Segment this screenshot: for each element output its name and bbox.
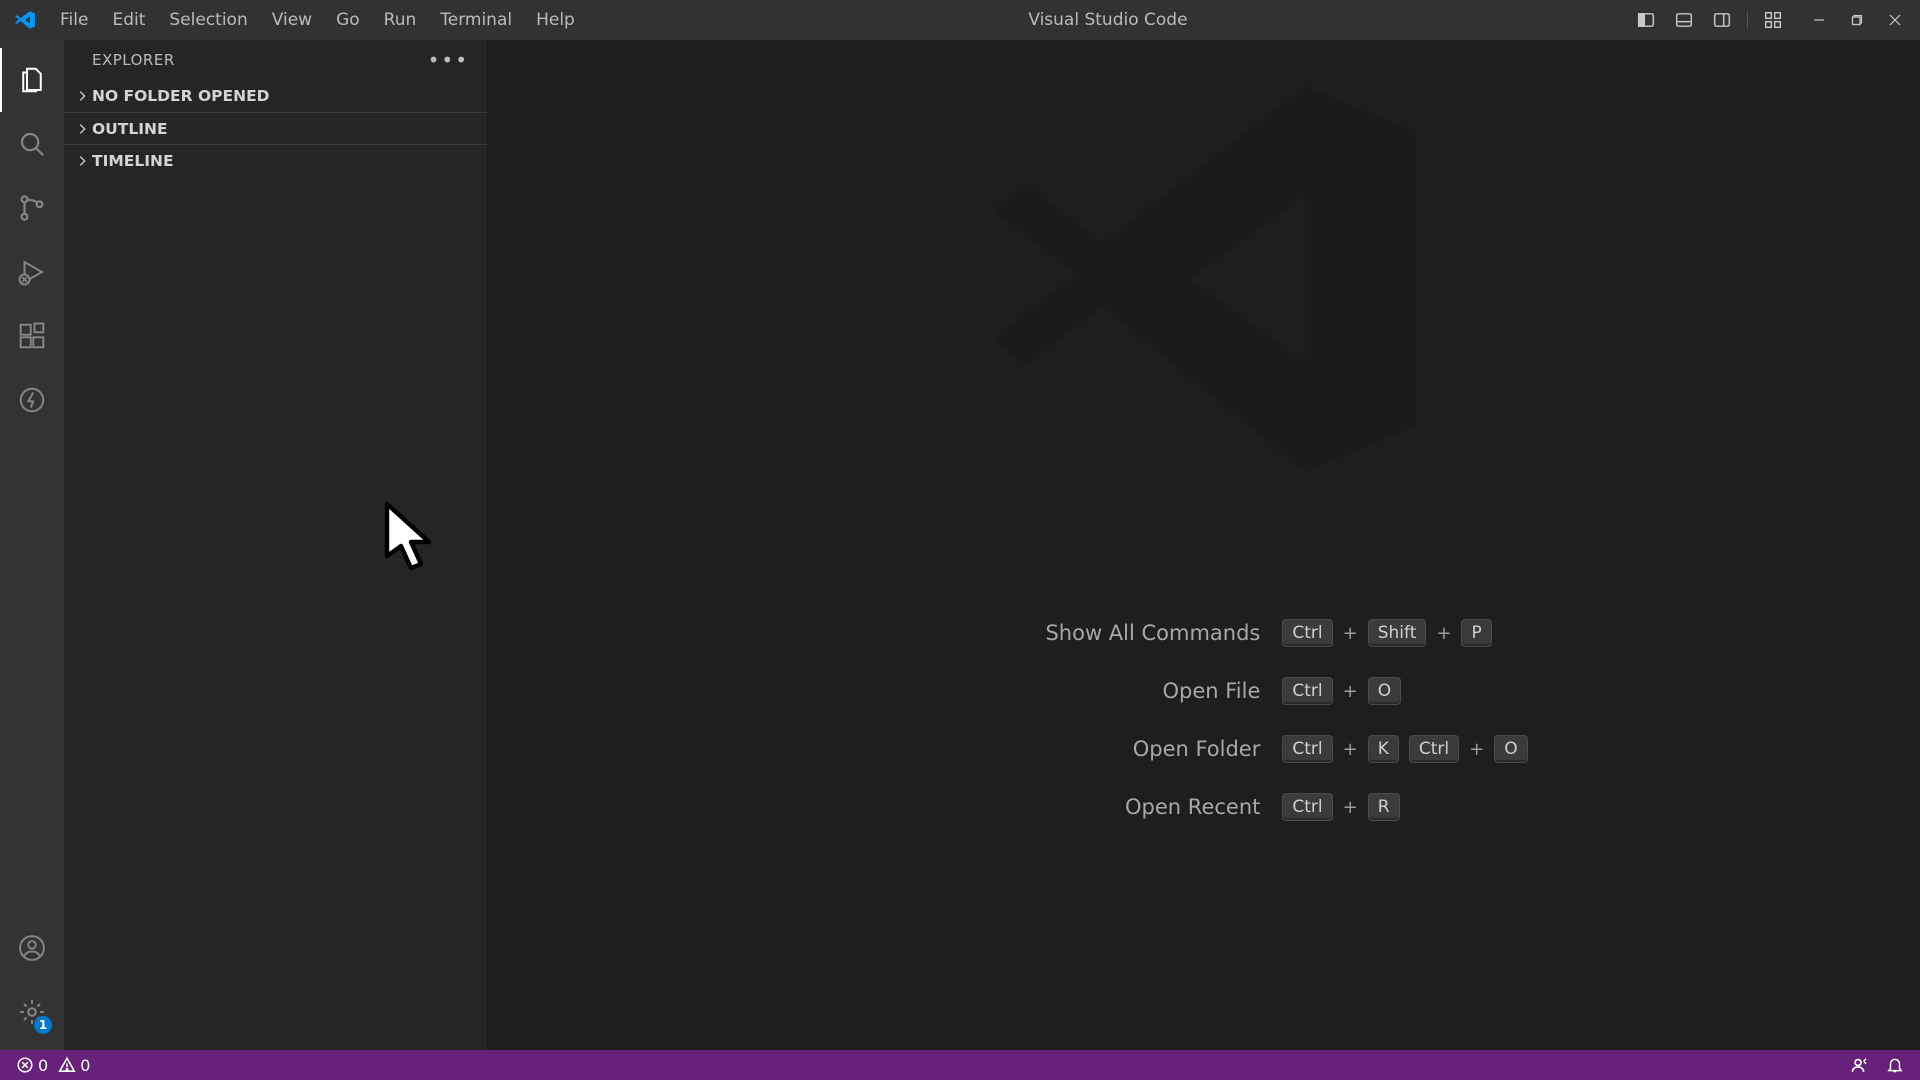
window-maximize-button[interactable] (1840, 5, 1874, 35)
vscode-watermark-icon (974, 49, 1434, 509)
activity-run-debug-icon[interactable] (0, 240, 64, 304)
shortcut-keys: Ctrl + O (1282, 677, 1401, 705)
key: R (1368, 793, 1400, 821)
key: Ctrl (1282, 677, 1332, 705)
shortcut-label: Open Recent (880, 795, 1260, 819)
plus-icon: + (1343, 797, 1358, 818)
status-warnings-count: 0 (80, 1056, 90, 1075)
key: P (1461, 619, 1491, 647)
menu-view[interactable]: View (260, 4, 324, 36)
sidebar-header: EXPLORER ••• (64, 40, 487, 80)
shortcut-row: Show All Commands Ctrl + Shift + P (880, 619, 1527, 647)
section-outline[interactable]: OUTLINE (64, 112, 487, 144)
settings-badge: 1 (34, 1016, 52, 1034)
main-menu: File Edit Selection View Go Run Terminal… (48, 4, 587, 36)
welcome-shortcuts: Show All Commands Ctrl + Shift + P Open … (880, 619, 1527, 821)
status-problems[interactable]: 0 0 (12, 1054, 94, 1077)
section-timeline[interactable]: TIMELINE (64, 144, 487, 176)
toolbar-divider (1747, 11, 1748, 29)
shortcut-row: Open File Ctrl + O (880, 677, 1527, 705)
key: Ctrl (1282, 619, 1332, 647)
title-bar: File Edit Selection View Go Run Terminal… (0, 0, 1920, 40)
plus-icon: + (1343, 739, 1358, 760)
activity-search-icon[interactable] (0, 112, 64, 176)
key: Shift (1368, 619, 1427, 647)
section-label: OUTLINE (92, 120, 168, 138)
menu-help[interactable]: Help (524, 4, 587, 36)
shortcut-row: Open Folder Ctrl + K Ctrl + O (880, 735, 1527, 763)
layout-controls (1629, 5, 1790, 35)
window-title: Visual Studio Code (587, 10, 1629, 30)
status-notifications-icon[interactable] (1882, 1054, 1908, 1076)
section-label: TIMELINE (92, 152, 174, 170)
window-close-button[interactable] (1878, 5, 1912, 35)
chevron-right-icon (72, 122, 92, 136)
vscode-logo-icon (12, 7, 38, 33)
status-feedback-icon[interactable] (1844, 1053, 1872, 1077)
section-label: NO FOLDER OPENED (92, 87, 270, 105)
toggle-panel-icon[interactable] (1667, 5, 1701, 35)
shortcut-label: Open Folder (880, 737, 1260, 761)
status-errors-count: 0 (38, 1056, 48, 1075)
plus-icon: + (1436, 623, 1451, 644)
warning-icon (58, 1056, 76, 1074)
activity-quick-icon[interactable] (0, 368, 64, 432)
shortcut-label: Open File (880, 679, 1260, 703)
editor-area: Show All Commands Ctrl + Shift + P Open … (488, 40, 1920, 1050)
shortcut-keys: Ctrl + K Ctrl + O (1282, 735, 1527, 763)
chevron-right-icon (72, 154, 92, 168)
key: Ctrl (1409, 735, 1459, 763)
shortcut-keys: Ctrl + Shift + P (1282, 619, 1491, 647)
shortcut-label: Show All Commands (880, 621, 1260, 645)
menu-go[interactable]: Go (324, 4, 372, 36)
menu-edit[interactable]: Edit (100, 4, 157, 36)
menu-file[interactable]: File (48, 4, 100, 36)
customize-layout-icon[interactable] (1756, 5, 1790, 35)
explorer-sidebar: EXPLORER ••• NO FOLDER OPENED OUTLINE TI… (64, 40, 488, 1050)
plus-icon: + (1343, 681, 1358, 702)
sidebar-more-icon[interactable]: ••• (428, 48, 469, 72)
key: Ctrl (1282, 735, 1332, 763)
shortcut-row: Open Recent Ctrl + R (880, 793, 1527, 821)
toggle-primary-sidebar-icon[interactable] (1629, 5, 1663, 35)
shortcut-keys: Ctrl + R (1282, 793, 1399, 821)
sidebar-title: EXPLORER (92, 51, 175, 69)
window-minimize-button[interactable] (1802, 5, 1836, 35)
key: O (1368, 677, 1401, 705)
activity-accounts-icon[interactable] (0, 916, 64, 980)
menu-terminal[interactable]: Terminal (428, 4, 524, 36)
section-no-folder[interactable]: NO FOLDER OPENED (64, 80, 487, 112)
toggle-secondary-sidebar-icon[interactable] (1705, 5, 1739, 35)
activity-settings-icon[interactable]: 1 (0, 980, 64, 1044)
menu-selection[interactable]: Selection (157, 4, 259, 36)
error-icon (16, 1056, 34, 1074)
key: K (1368, 735, 1399, 763)
menu-run[interactable]: Run (372, 4, 429, 36)
status-bar: 0 0 (0, 1050, 1920, 1080)
activity-explorer-icon[interactable] (0, 48, 64, 112)
plus-icon: + (1469, 739, 1484, 760)
plus-icon: + (1343, 623, 1358, 644)
key: O (1494, 735, 1527, 763)
activity-bar: 1 (0, 40, 64, 1050)
chevron-right-icon (72, 89, 92, 103)
activity-source-control-icon[interactable] (0, 176, 64, 240)
activity-extensions-icon[interactable] (0, 304, 64, 368)
key: Ctrl (1282, 793, 1332, 821)
